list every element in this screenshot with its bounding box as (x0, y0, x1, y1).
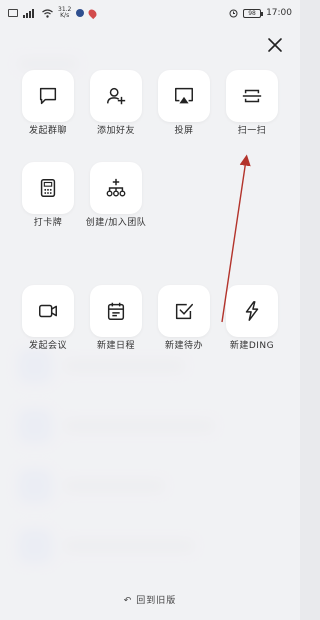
close-icon (268, 38, 282, 52)
sim-icon (8, 9, 18, 17)
add-user-icon (107, 87, 126, 105)
new-todo-button[interactable] (158, 285, 210, 337)
battery-indicator: 98 (243, 8, 264, 18)
scan-button[interactable] (226, 70, 278, 122)
undo-arrow-icon: ↶ (123, 596, 133, 606)
screen-cast-icon (175, 87, 193, 104)
start-group-chat-button[interactable] (22, 70, 74, 122)
check-box-icon (175, 303, 193, 320)
clock: 17:00 (266, 8, 292, 18)
create-join-team-button[interactable] (90, 162, 142, 214)
start-meeting-button[interactable] (22, 285, 74, 337)
signal-icon (23, 8, 34, 18)
screen-cast-button[interactable] (158, 70, 210, 122)
app-notification-icon (76, 9, 85, 17)
action-label: 扫一扫 (237, 126, 267, 136)
punch-card-button[interactable] (22, 162, 74, 214)
action-label: 新建待办 (164, 341, 203, 351)
scan-icon (242, 89, 262, 103)
video-camera-icon (39, 304, 57, 318)
action-label: 发起会议 (28, 341, 67, 351)
action-label: 发起群聊 (28, 126, 67, 136)
action-label: 添加好友 (96, 126, 135, 136)
alarm-icon (229, 9, 238, 17)
action-label: 创建/加入团队 (85, 218, 147, 228)
status-bar: 31.2 K/s 98 17:00 (0, 0, 300, 26)
action-label: 投屏 (174, 126, 194, 136)
lightning-icon (245, 301, 259, 321)
back-to-old-version-link[interactable]: ↶ 回到旧版 (0, 593, 300, 606)
action-label: 新建DING (229, 341, 275, 351)
org-team-icon (106, 178, 126, 197)
new-ding-button[interactable] (226, 285, 278, 337)
action-label: 新建日程 (96, 341, 135, 351)
action-label: 打卡牌 (33, 218, 63, 228)
location-icon (87, 7, 99, 19)
card-icon (40, 179, 56, 197)
net-speed: 31.2 K/s (58, 6, 72, 19)
close-button[interactable] (264, 34, 286, 56)
new-schedule-button[interactable] (90, 285, 142, 337)
calendar-icon (107, 302, 125, 320)
back-to-old-version-label: 回到旧版 (136, 596, 177, 606)
add-friend-button[interactable] (90, 70, 142, 122)
wifi-icon (42, 8, 53, 18)
chat-bubble-icon (39, 87, 57, 105)
